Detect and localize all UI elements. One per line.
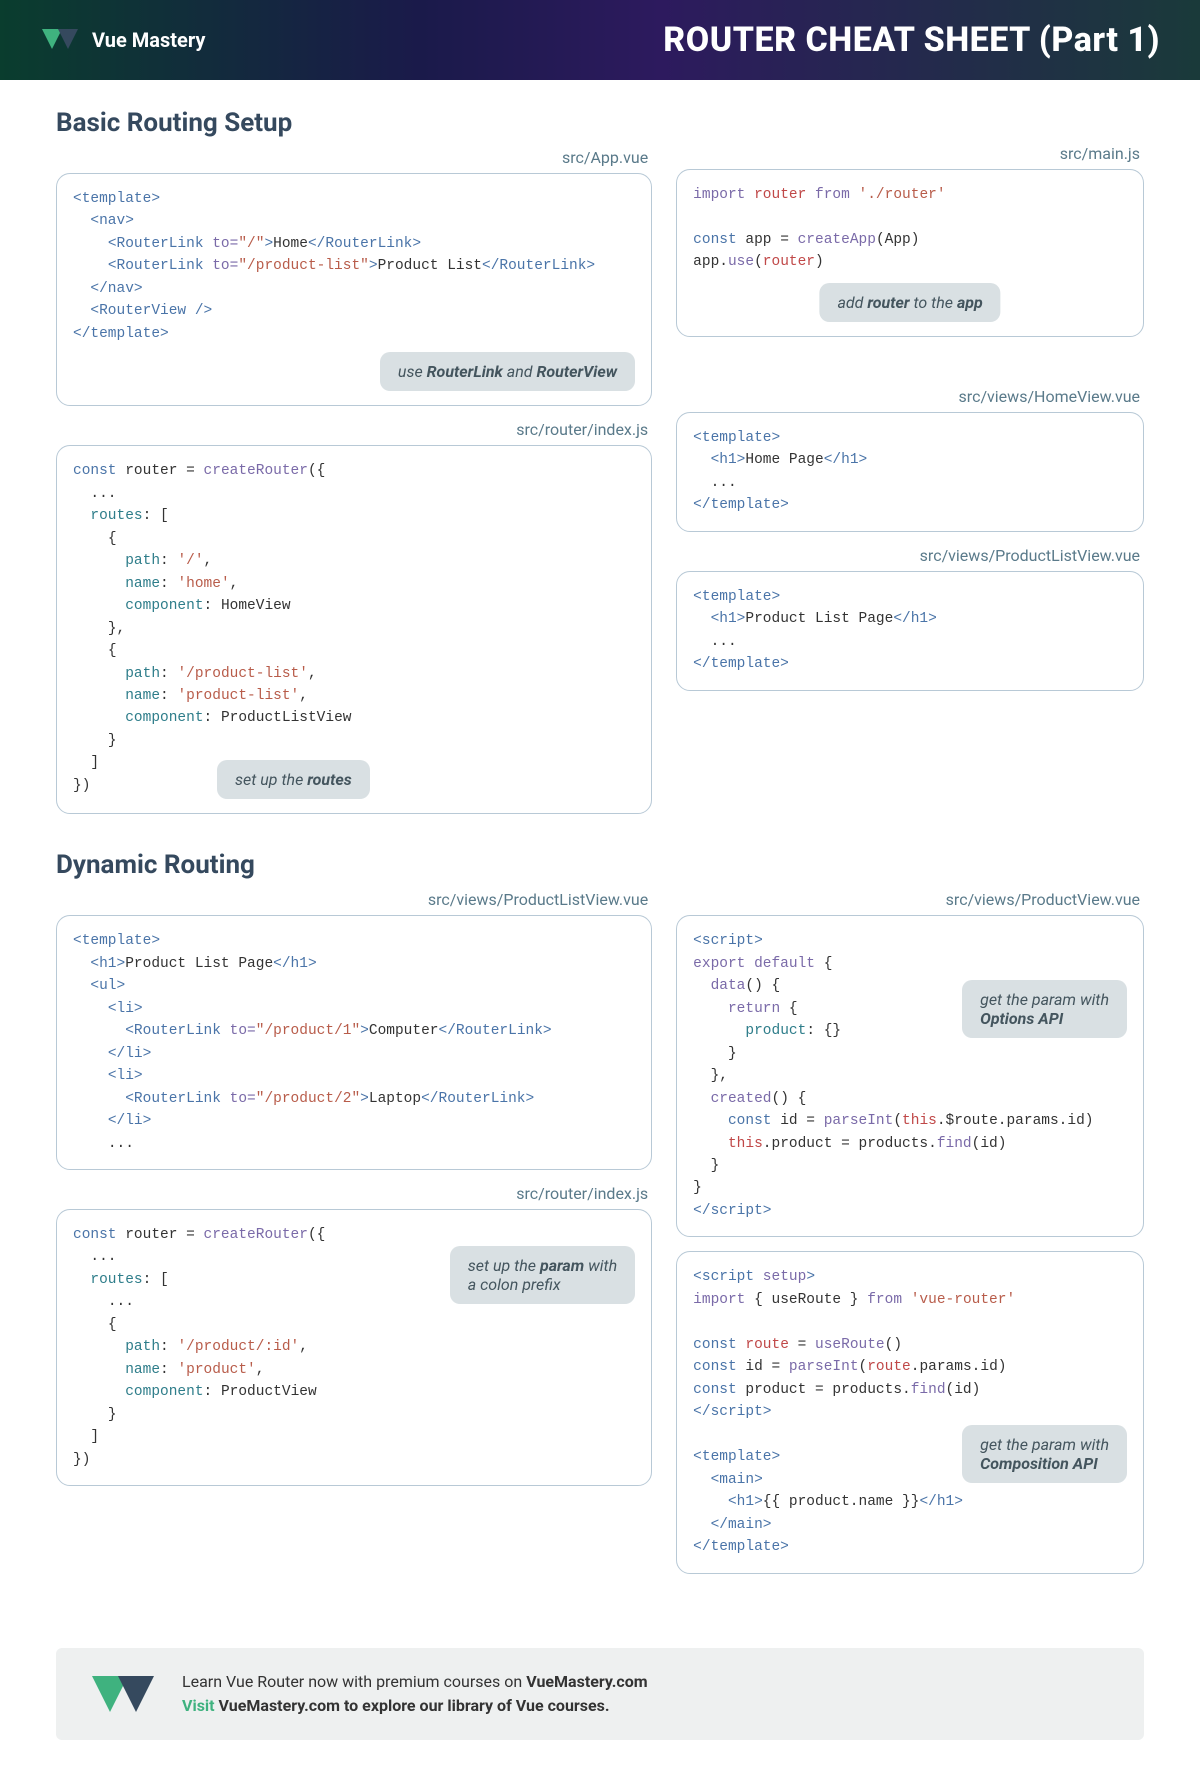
- callout-routes: set up the routes: [217, 760, 370, 799]
- options-api-code: <script> export default { data() { retur…: [693, 930, 1127, 1222]
- basic-routing-section: Basic Routing Setup src/App.vue <templat…: [56, 108, 1144, 828]
- main-js-card: import router from './router' const app …: [676, 169, 1144, 337]
- file-label-dyn-plv: src/views/ProductListView.vue: [60, 890, 648, 909]
- file-label-main: src/main.js: [680, 144, 1140, 163]
- router-index-code: const router = createRouter({ ... routes…: [73, 460, 635, 797]
- file-label-app: src/App.vue: [60, 148, 648, 167]
- vue-mastery-logo-icon: [40, 25, 84, 55]
- footer-line-2: Visit VueMastery.com to explore our libr…: [182, 1694, 648, 1718]
- composition-api-code: <script setup> import { useRoute } from …: [693, 1266, 1127, 1558]
- homeview-code: <template> <h1>Home Page</h1> ... </temp…: [693, 427, 1127, 517]
- file-label-dyn-router: src/router/index.js: [60, 1184, 648, 1203]
- dyn-router-card: const router = createRouter({ ... routes…: [56, 1209, 652, 1486]
- brand-block: Vue Mastery: [40, 25, 205, 55]
- dynamic-heading: Dynamic Routing: [56, 850, 1144, 880]
- composition-api-card: <script setup> import { useRoute } from …: [676, 1251, 1144, 1573]
- footer-line-1: Learn Vue Router now with premium course…: [182, 1670, 648, 1694]
- vue-mastery-footer-icon: [88, 1670, 160, 1718]
- options-api-card: <script> export default { data() { retur…: [676, 915, 1144, 1237]
- plv-code: <template> <h1>Product List Page</h1> ..…: [693, 586, 1127, 676]
- footer-banner: Learn Vue Router now with premium course…: [56, 1648, 1144, 1740]
- app-vue-code: <template> <nav> <RouterLink to="/">Home…: [73, 188, 635, 345]
- dyn-plv-code: <template> <h1>Product List Page</h1> <u…: [73, 930, 635, 1155]
- page-title: ROUTER CHEAT SHEET (Part 1): [663, 20, 1160, 60]
- basic-heading: Basic Routing Setup: [56, 108, 1144, 138]
- app-vue-card: <template> <nav> <RouterLink to="/">Home…: [56, 173, 652, 406]
- plv-card: <template> <h1>Product List Page</h1> ..…: [676, 571, 1144, 691]
- dyn-plv-card: <template> <h1>Product List Page</h1> <u…: [56, 915, 652, 1170]
- callout-routerlink: use RouterLink and RouterView: [380, 352, 635, 391]
- page-header: Vue Mastery ROUTER CHEAT SHEET (Part 1): [0, 0, 1200, 80]
- router-index-card: const router = createRouter({ ... routes…: [56, 445, 652, 814]
- main-js-code: import router from './router' const app …: [693, 184, 1127, 274]
- brand-name: Vue Mastery: [92, 28, 205, 52]
- file-label-plv: src/views/ProductListView.vue: [680, 546, 1140, 565]
- callout-options: get the param withOptions API: [962, 980, 1127, 1038]
- callout-param: set up the param witha colon prefix: [450, 1246, 635, 1304]
- footer-text: Learn Vue Router now with premium course…: [182, 1670, 648, 1718]
- file-label-productview: src/views/ProductView.vue: [680, 890, 1140, 909]
- file-label-router: src/router/index.js: [60, 420, 648, 439]
- homeview-card: <template> <h1>Home Page</h1> ... </temp…: [676, 412, 1144, 532]
- dynamic-routing-section: Dynamic Routing src/views/ProductListVie…: [56, 850, 1144, 1587]
- file-label-homeview: src/views/HomeView.vue: [680, 387, 1140, 406]
- callout-composition: get the param withComposition API: [962, 1425, 1127, 1483]
- callout-add-router: add router to the app: [819, 283, 1000, 322]
